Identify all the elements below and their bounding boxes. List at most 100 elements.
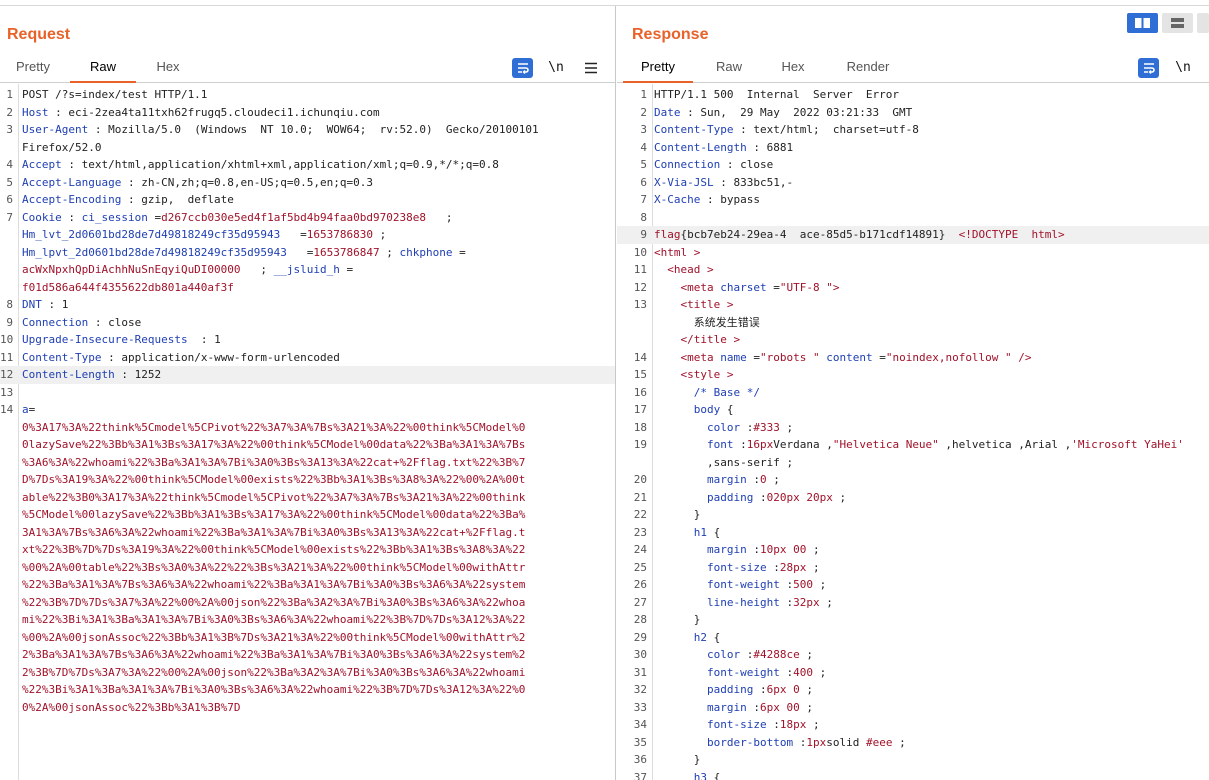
code-line: 14 a=: [0, 401, 615, 419]
token: "Helvetica Neue": [832, 438, 939, 451]
line-number: 18: [633, 420, 647, 434]
line-text: Accept-Language : zh-CN,zh;q=0.8,en-US;q…: [22, 174, 373, 192]
token: : 1: [187, 333, 221, 346]
code-line: 25 font-size :28px ;: [617, 559, 1209, 577]
token: {: [707, 630, 721, 644]
code-line: %3A6%3A%22whoami%22%3Ba%3A1%3A%7Bi%3A0%3…: [0, 454, 615, 472]
token: Content-Length: [22, 368, 115, 381]
line-number: 10: [633, 245, 647, 259]
line-number: 19: [633, 438, 647, 451]
token: 16px: [746, 438, 774, 451]
line-text: %22%3Bi%3A1%3Ba%3A1%3A%7Bi%3A0%3Bs%3A6%3…: [22, 681, 525, 699]
line-text: border-bottom :1pxsolid #eee ;: [654, 734, 906, 752]
line-text: Content-Length : 6881: [654, 139, 793, 157]
single-view-button[interactable]: [1197, 13, 1209, 33]
line-number: 31: [633, 665, 647, 679]
token: 28px: [779, 560, 807, 574]
request-pane: Request Pretty Raw Hex \n 1 POST /?s=inde…: [0, 6, 616, 780]
token: %00%2A%00table%22%3Bs%3A0%3A%22%22%3Bs%3…: [22, 560, 526, 574]
code-line: 0%3A17%3A%22think%5Cmodel%5CPivot%22%3A7…: [0, 419, 615, 437]
token: ci_session: [81, 210, 148, 224]
token: ;: [806, 560, 820, 574]
line-number: 24: [633, 543, 647, 556]
token: %3A6%3A%22whoami%22%3Ba%3A1%3A%7Bi%3A0%3…: [22, 455, 526, 469]
code-line: 24 margin :10px 00 ;: [617, 541, 1209, 559]
code-line: acWxNpxhQpDiAchhNuSnEqyiQuDI00000 ; __js…: [0, 261, 615, 279]
token: %22%3B%7D%7Ds%3A7%3A%22%00%2A%00json%22%…: [22, 595, 526, 609]
request-tab-raw[interactable]: Raw: [70, 56, 136, 83]
request-tab-hex[interactable]: Hex: [138, 56, 198, 82]
line-number: 6: [640, 175, 647, 189]
token: ;: [379, 245, 400, 259]
token: <html >: [654, 245, 701, 259]
response-tab-pretty[interactable]: Pretty: [623, 56, 693, 83]
code-line: 0lazySave%22%3Bb%3A1%3Bs%3A17%3A%22%00th…: [0, 436, 615, 454]
newline-icon[interactable]: \n: [1172, 58, 1194, 78]
token: /* Base */: [693, 385, 760, 399]
token: : 1: [41, 298, 69, 311]
response-tab-hex[interactable]: Hex: [763, 56, 823, 82]
code-line: 27 line-height :32px ;: [617, 594, 1209, 612]
token: 0: [793, 683, 800, 696]
line-text: }: [654, 506, 701, 524]
token: =: [28, 403, 36, 416]
code-line: 8: [617, 209, 1209, 227]
wrap-icon[interactable]: [1138, 58, 1159, 78]
menu-icon[interactable]: [580, 58, 602, 78]
line-text: Content-Type : application/x-www-form-ur…: [22, 349, 340, 367]
token: %22%3Ba%3A1%3A%7Bs%3A6%3A%22whoami%22%3B…: [22, 578, 526, 591]
token: "robots ": [760, 350, 820, 364]
newline-icon[interactable]: \n: [545, 58, 567, 78]
line-number: 2: [640, 105, 647, 119]
line-text: 系统发生错误: [654, 314, 760, 332]
token: : zh-CN,zh;q=0.8,en-US;q=0.5,en;q=0.3: [121, 175, 374, 189]
code-line: %22%3Ba%3A1%3A%7Bs%3A6%3A%22whoami%22%3B…: [0, 576, 615, 594]
line-text: %00%2A%00jsonAssoc%22%3Bb%3A1%3B%7Ds%3A2…: [22, 629, 525, 647]
token: 400: [793, 665, 813, 679]
layout-toggle: [1127, 13, 1209, 33]
line-number: 6: [6, 193, 13, 206]
token: <title >: [680, 298, 734, 311]
code-line: 18 color :#333 ;: [617, 419, 1209, 437]
line-number: 15: [633, 368, 647, 381]
code-line: 22 }: [617, 506, 1209, 524]
token: d267ccb030e5ed4f1af5bd4b94faa0bd970238e8: [161, 210, 427, 224]
line-text: xt%22%3B%7D%7Ds%3A19%3A%22%00think%5CMod…: [22, 541, 525, 559]
code-line: 37 h3 {: [617, 769, 1209, 780]
line-text: font-size :18px ;: [654, 716, 820, 734]
token: DNT: [22, 298, 42, 311]
request-tab-pretty[interactable]: Pretty: [4, 56, 62, 82]
code-line: 3 User-Agent : Mozilla/5.0 (Windows NT 10…: [0, 121, 615, 139]
token: name: [720, 350, 747, 364]
line-number: 27: [633, 595, 647, 609]
response-tab-raw[interactable]: Raw: [699, 56, 759, 82]
token: POST /?s=index/test HTTP/1.1: [22, 88, 208, 101]
line-text: Connection : close: [22, 314, 141, 332]
line-text: Hm_lvt_2d0601bd28de7d49818249cf35d95943 …: [22, 226, 386, 244]
response-tab-render[interactable]: Render: [831, 56, 905, 82]
line-text: Host : eci-2zea4ta11txh62frugq5.cloudeci…: [22, 104, 380, 122]
line-text: }: [654, 611, 701, 629]
line-text: Accept-Encoding : gzip, deflate: [22, 191, 234, 209]
token: <style >: [680, 368, 734, 381]
token: Cookie: [22, 210, 62, 224]
wrap-icon[interactable]: [512, 58, 533, 78]
token: font-weight: [706, 578, 780, 591]
line-text: font-size :28px ;: [654, 559, 820, 577]
code-line: 9 Connection : close: [0, 314, 615, 332]
line-number: 11: [633, 263, 647, 276]
line-text: <html >: [654, 244, 700, 262]
code-line: 15 <style >: [617, 366, 1209, 384]
stacked-view-button[interactable]: [1162, 13, 1193, 33]
token: 2%3B%7D%7Ds%3A7%3A%22%00%2A%00json%22%3B…: [22, 665, 526, 679]
token: padding: [706, 490, 754, 504]
split-view-button[interactable]: [1127, 13, 1158, 33]
token: : text/html,application/xhtml+xml,applic…: [61, 158, 499, 171]
